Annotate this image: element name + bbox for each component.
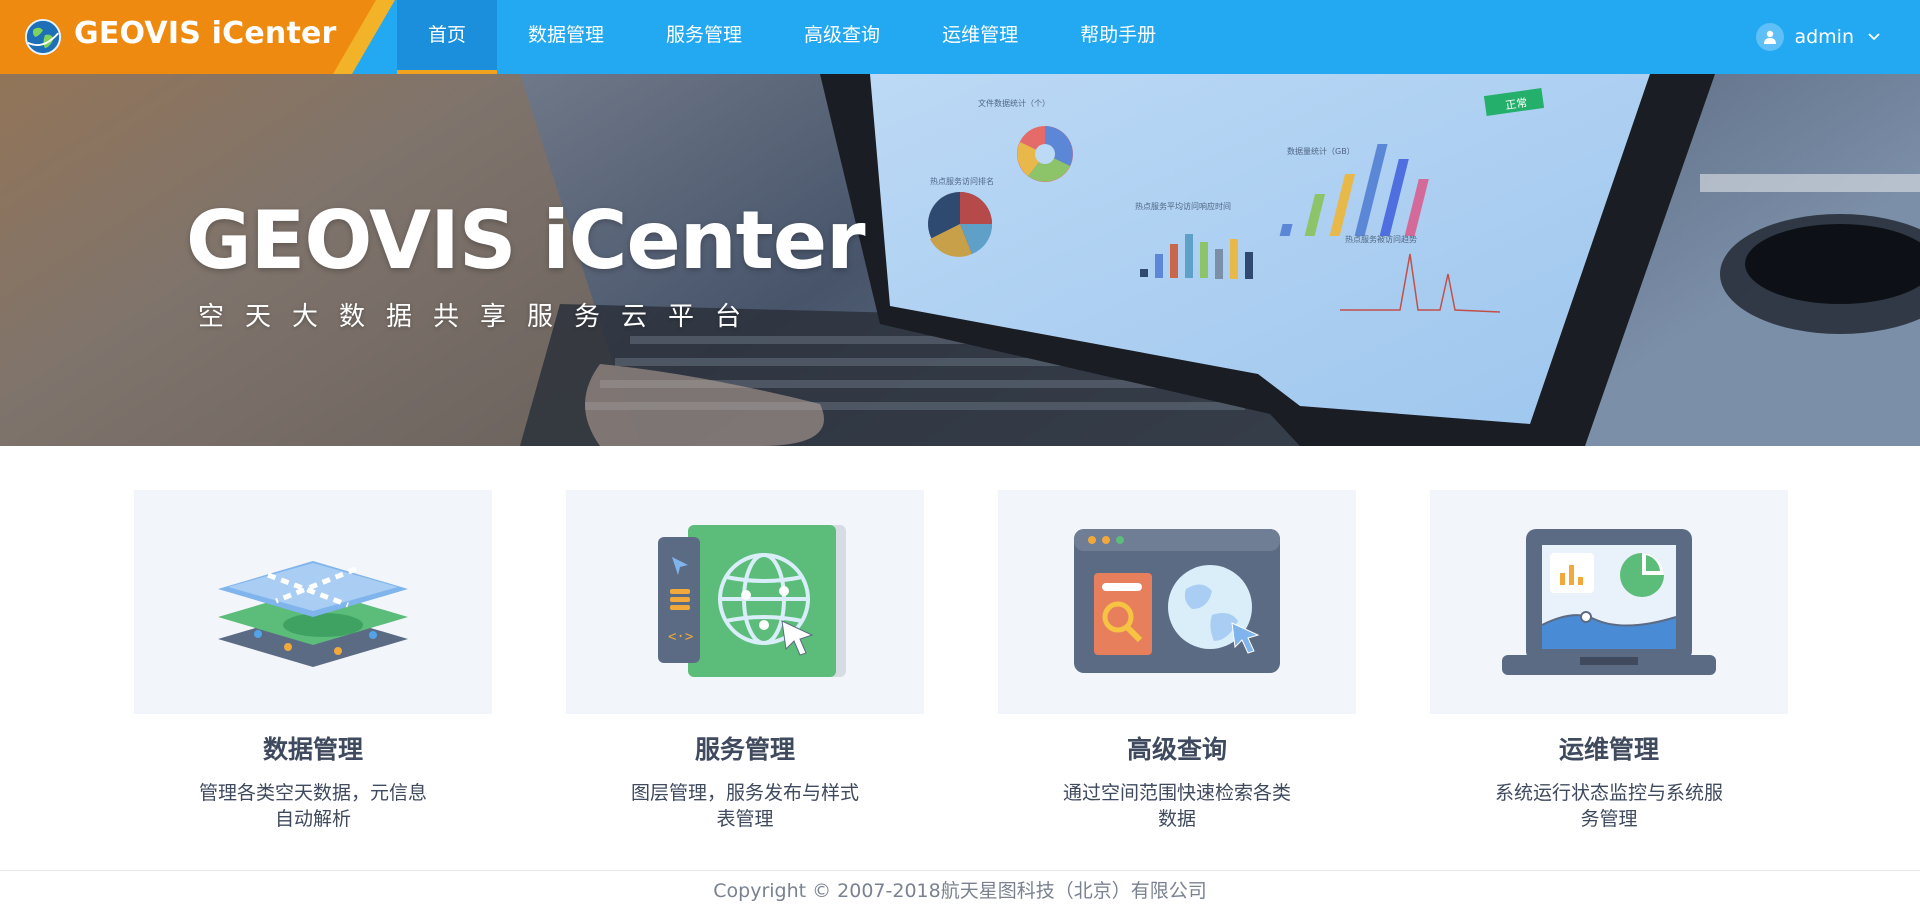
feature-image <box>998 490 1356 714</box>
feature-title: 高级查询 <box>1126 735 1227 764</box>
svg-text:<·>: <·> <box>668 629 693 645</box>
hero-banner: 文件数据统计（个） 数据量统计（GB） 正常 热点服务访问排名 热点服务平均访问… <box>0 74 1920 446</box>
user-name: admin <box>1794 26 1854 48</box>
feature-title: 数据管理 <box>262 735 363 764</box>
feature-section: 数据管理 管理各类空天数据，元信息自动解析 <·> 服务管理 图层管理，服务发布… <box>0 446 1920 870</box>
feature-card-data-management[interactable]: 数据管理 管理各类空天数据，元信息自动解析 <box>134 490 492 832</box>
footer: Copyright © 2007-2018航天星图科技（北京）有限公司 <box>0 870 1920 903</box>
nav-item-help-manual[interactable]: 帮助手册 <box>1049 0 1187 74</box>
svg-text:热点服务平均访问响应时间: 热点服务平均访问响应时间 <box>1135 201 1231 211</box>
svg-text:数据量统计（GB）: 数据量统计（GB） <box>1287 146 1355 156</box>
user-menu[interactable]: admin <box>1756 21 1882 53</box>
feature-card-operations[interactable]: 运维管理 系统运行状态监控与系统服务管理 <box>1430 490 1788 832</box>
feature-description: 管理各类空天数据，元信息自动解析 <box>198 782 427 830</box>
globe-service-icon: <·> <box>658 525 846 677</box>
chevron-down-icon <box>1868 33 1880 41</box>
top-header: GEOVIS iCenter 首页 数据管理 服务管理 高级查询 运维管理 帮助… <box>0 0 1920 74</box>
nav-item-service-management[interactable]: 服务管理 <box>635 0 773 74</box>
feature-description: 系统运行状态监控与系统服务管理 <box>1494 782 1723 830</box>
banner-subtitle: 空天大数据共享服务云平台 <box>198 302 763 332</box>
user-icon <box>1756 23 1785 51</box>
svg-text:文件数据统计（个）: 文件数据统计（个） <box>978 98 1050 108</box>
feature-description: 通过空间范围快速检索各类数据 <box>1062 782 1291 830</box>
svg-text:热点服务访问排名: 热点服务访问排名 <box>930 176 994 186</box>
main-nav: 首页 数据管理 服务管理 高级查询 运维管理 帮助手册 <box>397 0 1187 74</box>
feature-image <box>134 490 492 714</box>
svg-text:热点服务被访问趋势: 热点服务被访问趋势 <box>1345 234 1417 244</box>
copyright-text: Copyright © 2007-2018航天星图科技（北京）有限公司 <box>713 880 1207 902</box>
feature-description: 图层管理，服务发布与样式表管理 <box>630 782 859 830</box>
nav-item-operations[interactable]: 运维管理 <box>911 0 1049 74</box>
feature-card-advanced-query[interactable]: 高级查询 通过空间范围快速检索各类数据 <box>998 490 1356 832</box>
feature-title: 服务管理 <box>694 735 795 764</box>
banner-title: GEOVIS iCenter <box>186 194 866 287</box>
feature-image: <·> <box>566 490 924 714</box>
map-layers-icon <box>218 561 408 667</box>
search-globe-icon <box>1074 529 1280 673</box>
monitor-chart-icon <box>1502 529 1716 675</box>
feature-image <box>1430 490 1788 714</box>
brand[interactable]: GEOVIS iCenter <box>0 0 400 74</box>
globe-icon <box>24 18 62 56</box>
brand-name: GEOVIS iCenter <box>74 16 337 51</box>
feature-card-service-management[interactable]: <·> 服务管理 图层管理，服务发布与样式表管理 <box>566 490 924 832</box>
feature-title: 运维管理 <box>1558 735 1659 764</box>
nav-item-data-management[interactable]: 数据管理 <box>497 0 635 74</box>
nav-item-home[interactable]: 首页 <box>397 0 498 74</box>
nav-item-advanced-query[interactable]: 高级查询 <box>773 0 911 74</box>
